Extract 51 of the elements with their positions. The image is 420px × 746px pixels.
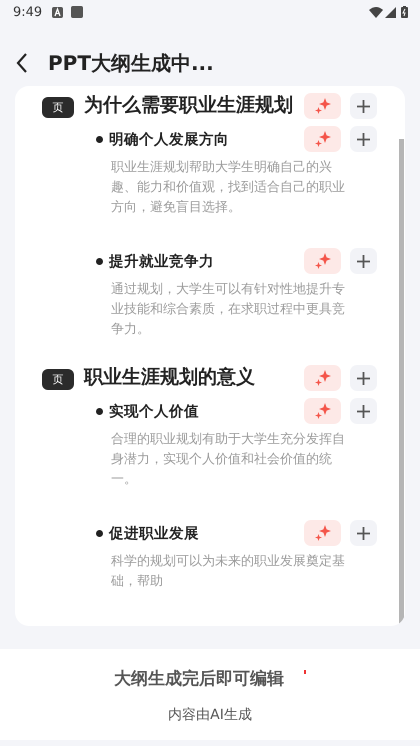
point-title: 实现个人价值: [109, 402, 200, 420]
plus-icon: [357, 100, 370, 112]
point-title: 促进职业发展: [109, 524, 200, 542]
point-title: 明确个人发展方向: [109, 130, 230, 148]
point-description: 科学的规划可以为未来的职业发展奠定基础，帮助: [111, 553, 346, 591]
add-button[interactable]: [350, 398, 377, 424]
add-button[interactable]: [350, 93, 377, 119]
ai-rewrite-button[interactable]: [304, 365, 341, 391]
plus-icon: [357, 132, 370, 146]
plus-icon: [357, 404, 370, 418]
status-time: 9:49: [13, 4, 42, 20]
sparkle-icon: [314, 402, 332, 420]
page-badge: 页: [42, 369, 74, 390]
plus-icon: [357, 372, 370, 384]
notification-icon: [52, 6, 64, 18]
point-description: 职业生涯规划帮助大学生明确自己的兴趣、能力和价值观，找到适合自己的职业方向，避免盲目选择。: [111, 159, 346, 217]
bullet-icon: [96, 136, 103, 142]
ai-rewrite-button[interactable]: [304, 126, 341, 152]
ai-rewrite-button[interactable]: [304, 93, 341, 119]
add-button[interactable]: [350, 365, 377, 391]
ai-disclaimer: 内容由AI生成: [168, 706, 252, 724]
wifi-icon: [369, 6, 383, 18]
sparkle-icon: [314, 369, 332, 387]
ai-rewrite-button[interactable]: [304, 398, 341, 424]
sparkle-icon: [314, 97, 332, 115]
section-title: 职业生涯规划的意义: [84, 365, 256, 390]
bullet-icon: [96, 530, 103, 536]
page-badge: 页: [42, 97, 74, 118]
battery-icon: [401, 6, 408, 18]
plus-icon: [357, 526, 370, 540]
ai-rewrite-button[interactable]: [304, 520, 341, 546]
sparkle-icon: [314, 524, 332, 542]
scroll-bar[interactable]: [399, 139, 404, 626]
add-button[interactable]: [350, 520, 377, 546]
point-title: 提升就业竞争力: [109, 252, 215, 270]
sparkle-icon: [314, 130, 332, 148]
point-description: 合理的职业规划有助于大学生充分发挥自身潜力，实现个人价值和社会价值的统一。: [111, 431, 346, 489]
back-icon: [16, 53, 28, 73]
point-description: 通过规划，大学生可以有针对性地提升专业技能和综合素质，在求职过程中更具竞争力。: [111, 281, 346, 339]
bullet-icon: [96, 408, 103, 414]
add-button[interactable]: [350, 126, 377, 152]
page-title: PPT大纲生成中...: [48, 50, 214, 76]
ai-rewrite-button[interactable]: [304, 248, 341, 274]
generation-notice: 大纲生成完后即可编辑: [114, 668, 284, 690]
section-title: 为什么需要职业生涯规划: [84, 93, 294, 118]
signal-icon: [385, 6, 396, 18]
sparkle-icon: [314, 252, 332, 270]
bullet-icon: [96, 258, 103, 264]
plus-icon: [357, 254, 370, 268]
add-button[interactable]: [350, 248, 377, 274]
notification-icon: [71, 6, 84, 18]
